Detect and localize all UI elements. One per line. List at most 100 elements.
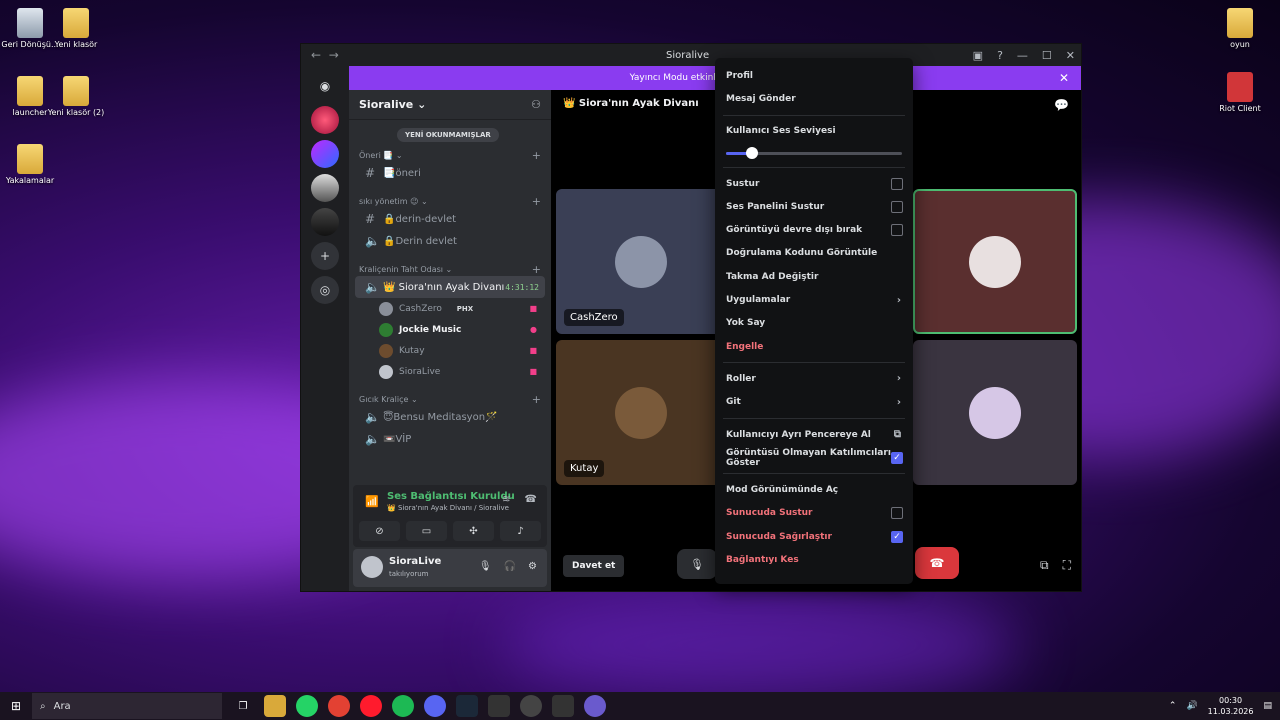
checkbox-unchecked[interactable] [891, 224, 903, 237]
category-header[interactable]: Öneri 📑 ⌄ + [349, 148, 551, 162]
volume-icon[interactable]: 🔊 [1186, 701, 1197, 711]
camera-off-button[interactable]: ⊘ [359, 521, 400, 541]
activities-button[interactable]: ✣ [453, 521, 494, 541]
add-server-icon[interactable]: + [311, 242, 339, 270]
server-icon-heart[interactable] [311, 106, 339, 134]
desktop-icon-riot-client[interactable]: Riot Client [1210, 72, 1270, 113]
participant-tile-speaking[interactable] [913, 189, 1077, 334]
server-icon-sioralive[interactable] [311, 140, 339, 168]
menu-server-deafen[interactable]: Sunucuda Sağırlaştır ✓ [723, 525, 905, 548]
windows-start-icon[interactable]: ⊞ [0, 692, 32, 720]
help-icon[interactable]: ? [997, 49, 1003, 62]
invite-button[interactable]: Davet et [563, 555, 625, 577]
soundboard-button[interactable]: ♪ [500, 521, 541, 541]
menu-disable-video[interactable]: Görüntüyü devre dışı bırak [723, 218, 905, 241]
menu-ignore[interactable]: Yok Say [723, 312, 905, 335]
spotify-icon[interactable] [392, 695, 414, 717]
settings-gear-icon[interactable]: ⚙ [528, 561, 537, 572]
participant-tile[interactable]: Kutay [556, 340, 726, 485]
mic-toggle-button[interactable]: 🎙 [677, 549, 717, 579]
screen-share-button[interactable]: ▭ [406, 521, 447, 541]
checkbox-unchecked[interactable] [891, 200, 903, 213]
category-header[interactable]: Gıcık Kraliçe ⌄ + [349, 392, 551, 406]
menu-mod-view[interactable]: Mod Görünümünde Aç [723, 478, 905, 501]
close-button[interactable]: ✕ [1066, 49, 1075, 62]
disconnect-call-icon[interactable]: ☎ [525, 494, 537, 505]
channel-text[interactable]: # 🔒derin-devlet [355, 208, 545, 230]
add-channel-icon[interactable]: + [532, 195, 541, 208]
menu-send-message[interactable]: Mesaj Gönder [723, 87, 905, 110]
add-channel-icon[interactable]: + [532, 149, 541, 162]
server-header[interactable]: Sioralive ⌄ ⚇ [349, 90, 551, 120]
voice-channel-path[interactable]: 👑 Siora'nın Ayak Divanı / Sioralive [387, 504, 509, 512]
voice-status[interactable]: Ses Bağlantısı Kuruldu [387, 491, 515, 502]
noise-suppression-icon[interactable]: ≋ [502, 494, 510, 505]
menu-popout-user[interactable]: Kullanıcıyı Ayrı Pencereye Al ⧉ [723, 423, 905, 446]
category-header[interactable]: Kraliçenin Taht Odası ⌄ + [349, 262, 551, 276]
leave-call-button[interactable]: ☎ [915, 547, 959, 579]
headphones-icon[interactable]: 🎧 [504, 561, 516, 572]
inbox-icon[interactable]: ▣ [973, 49, 983, 62]
menu-go[interactable]: Git › [723, 391, 905, 414]
steam-icon[interactable] [456, 695, 478, 717]
checkbox-unchecked[interactable] [891, 177, 903, 190]
popout-icon[interactable]: ⧉ [1040, 558, 1049, 573]
taskbar-search[interactable]: ⌕ Ara [32, 693, 222, 719]
file-explorer-icon[interactable] [264, 695, 286, 717]
task-view-icon[interactable]: ❐ [232, 695, 254, 717]
desktop-icon-oyun[interactable]: oyun [1210, 8, 1270, 49]
chat-bubble-icon[interactable]: 💬 [1054, 98, 1069, 112]
add-channel-icon[interactable]: + [532, 263, 541, 276]
chrome-icon[interactable] [328, 695, 350, 717]
menu-change-nickname[interactable]: Takma Ad Değiştir [723, 265, 905, 288]
opera-icon[interactable] [360, 695, 382, 717]
minimize-button[interactable]: — [1017, 49, 1028, 62]
user-avatar[interactable] [361, 556, 383, 578]
maximize-button[interactable]: ☐ [1042, 49, 1052, 62]
desktop-icon-folder-2[interactable]: Yeni klasör (2) [46, 76, 106, 117]
unread-pill[interactable]: YENİ OKUNMAMIŞLAR [397, 128, 499, 142]
discord-home-icon[interactable]: ◉ [311, 72, 339, 100]
server-icon-4[interactable] [311, 208, 339, 236]
obs-icon[interactable] [520, 695, 542, 717]
menu-server-mute[interactable]: Sunucuda Sustur [723, 502, 905, 525]
menu-mute-soundboard[interactable]: Ses Panelini Sustur [723, 195, 905, 218]
menu-profile[interactable]: Profil [723, 64, 905, 87]
channel-voice[interactable]: 🔈 🔒Derin devlet [355, 230, 545, 252]
checkbox-checked[interactable]: ✓ [891, 530, 903, 543]
discover-icon[interactable]: ◎ [311, 276, 339, 304]
participant-tile[interactable]: CashZero [556, 189, 726, 334]
voice-member[interactable]: SioraLive ■ [349, 361, 551, 382]
checkbox-unchecked[interactable] [891, 507, 903, 520]
microphone-icon[interactable]: 🎙 [479, 561, 492, 572]
banner-close-icon[interactable]: ✕ [1059, 71, 1069, 85]
gog-icon[interactable] [552, 695, 574, 717]
category-header[interactable]: sıkı yönetim 😉 ⌄ + [349, 194, 551, 208]
whatsapp-icon[interactable] [296, 695, 318, 717]
menu-roles[interactable]: Roller › [723, 367, 905, 390]
add-channel-icon[interactable]: + [532, 393, 541, 406]
participant-tile[interactable] [913, 340, 1077, 485]
discord-icon[interactable] [424, 695, 446, 717]
checkbox-checked[interactable]: ✓ [891, 451, 903, 464]
system-clock[interactable]: 00:30 11.03.2026 [1208, 695, 1254, 717]
desktop-icon-captures[interactable]: Yakalamalar [0, 144, 60, 185]
voice-member[interactable]: Jockie Music ● [349, 319, 551, 340]
user-name[interactable]: SioraLive [389, 556, 441, 567]
channel-voice-active[interactable]: 🔈 👑 Siora'nın Ayak Divanı 4:31:12 [355, 276, 545, 298]
channel-text[interactable]: # 📑öneri [355, 162, 545, 184]
menu-show-nonvideo[interactable]: Görüntüsü Olmayan Katılımcıları Göster ✓ [723, 446, 905, 469]
voice-member[interactable]: CashZero PHX ■ [349, 298, 551, 319]
notification-icon[interactable]: ▤ [1263, 701, 1272, 711]
menu-verify-code[interactable]: Doğrulama Kodunu Görüntüle [723, 242, 905, 265]
invite-people-icon[interactable]: ⚇ [531, 98, 541, 111]
nav-arrows[interactable]: ← → [311, 48, 339, 62]
epic-games-icon[interactable] [488, 695, 510, 717]
fullscreen-icon[interactable]: ⛶ [1063, 558, 1071, 573]
app-icon[interactable] [584, 695, 606, 717]
volume-slider[interactable] [726, 143, 902, 163]
signal-icon[interactable]: 📶 [365, 495, 379, 508]
desktop-icon-folder[interactable]: Yeni klasör [46, 8, 106, 49]
server-icon-3[interactable] [311, 174, 339, 202]
volume-slider-thumb[interactable] [746, 146, 759, 159]
